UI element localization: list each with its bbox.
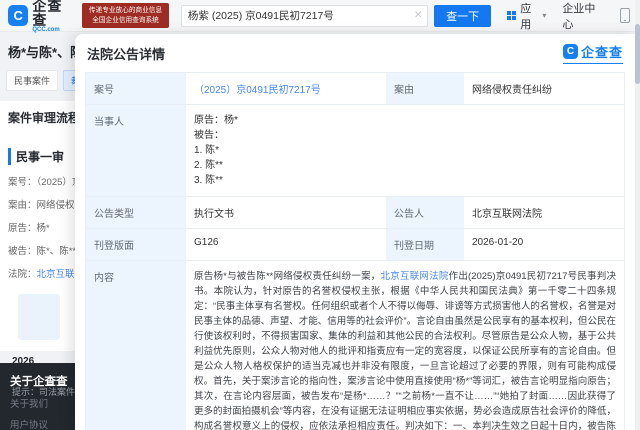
slogan-line-1: 传递专业放心的商业信息	[89, 6, 162, 15]
party-defendant-2: 2. 陈**	[194, 158, 616, 173]
timeline-node[interactable]	[18, 294, 60, 340]
value-announcer: 北京互联网法院	[464, 197, 624, 228]
modal-header: 法院公告详情 C 企查查	[75, 34, 635, 70]
navbar-right: 应用 ▾ 企业中心	[491, 0, 630, 32]
content-text-2: 作出(2025)京0491民初7217号民事判决书。本院认为，针对原告的名誉权侵…	[194, 271, 616, 430]
announcement-table: 案号 （2025）京0491民初7217号 案由 网络侵权责任纠纷 当事人 原告…	[85, 72, 625, 430]
value-content: 原告杨*与被告陈**网络侵权责任纠纷一案，北京互联网法院作出(2025)京049…	[186, 261, 624, 430]
timeline-year: 2026	[12, 356, 34, 367]
clear-search-icon[interactable]: ✕	[409, 10, 427, 21]
label-date: 刊登日期	[386, 229, 464, 260]
modal-title: 法院公告详情	[87, 44, 165, 63]
label-type: 公告类型	[86, 197, 186, 228]
apps-menu[interactable]: 应用 ▾	[507, 0, 547, 32]
value-cause: 网络侵权责任纠纷	[464, 73, 624, 104]
value-page: G126	[186, 229, 386, 260]
party-defendant-header: 被告：	[194, 128, 616, 143]
scrollbar-thumb[interactable]	[635, 24, 640, 84]
party-plaintiff: 原告：杨*	[194, 113, 616, 128]
value-parties: 原告：杨* 被告： 1. 陈* 2. 陈** 3. 陈**	[186, 105, 624, 196]
page-scrollbar[interactable]	[635, 0, 640, 430]
party-defendant-3: 3. 陈**	[194, 173, 616, 188]
apps-grid-icon	[507, 11, 517, 21]
value-type: 执行文书	[186, 197, 386, 228]
value-date: 2026-01-20	[464, 229, 624, 260]
case-flow-card: 案件审理流程图 民事一审 案号：（2025）京0491民初7217号 案由：网络…	[0, 101, 86, 351]
table-row: 公告类型 执行文书 公告人 北京互联网法院	[86, 197, 624, 229]
label-cause: 案由	[386, 73, 464, 104]
label-announcer: 公告人	[386, 197, 464, 228]
search-box[interactable]: ✕	[181, 5, 429, 27]
search-input[interactable]	[182, 10, 409, 22]
search-button[interactable]: 查一下	[434, 5, 490, 27]
label-case-no: 案号	[86, 73, 186, 104]
value-case-no[interactable]: （2025）京0491民初7217号	[186, 73, 386, 104]
table-row: 案号 （2025）京0491民初7217号 案由 网络侵权责任纠纷	[86, 73, 624, 105]
label-parties: 当事人	[86, 105, 186, 196]
label-page: 刊登版面	[86, 229, 186, 260]
content-text-1: 原告杨*与被告陈**网络侵权责任纠纷一案，	[194, 271, 381, 282]
page: C 企查查 QCC.com 传递专业放心的商业信息 全国企业信用查询系统 ✕ 查…	[0, 0, 640, 430]
qcc-logo-icon: C	[8, 5, 28, 26]
chevron-down-icon: ▾	[542, 11, 546, 20]
qcc-logo-text: 企查查 QCC.com	[32, 0, 76, 33]
qcc-logo[interactable]: C 企查查 QCC.com	[8, 0, 76, 33]
party-defendant-1: 1. 陈*	[194, 143, 616, 158]
table-row: 内容 原告杨*与被告陈**网络侵权责任纠纷一案，北京互联网法院作出(2025)京…	[86, 261, 624, 430]
top-navbar: C 企查查 QCC.com 传递专业放心的商业信息 全国企业信用查询系统 ✕ 查…	[0, 0, 640, 32]
content-court-link[interactable]: 北京互联网法院	[381, 271, 449, 282]
mobile-app-icon[interactable]	[620, 8, 630, 23]
tab-civil-case[interactable]: 民事案件	[6, 70, 58, 91]
enterprise-center-link[interactable]: 企业中心	[562, 0, 604, 32]
table-row: 刊登版面 G126 刊登日期 2026-01-20	[86, 229, 624, 261]
court-announcement-modal: 法院公告详情 C 企查查 案号 （2025）京0491民初7217号 案由 网络…	[75, 34, 635, 430]
slogan-line-2: 全国企业信用查询系统	[89, 16, 162, 25]
modal-qcc-logo: C 企查查	[563, 42, 623, 64]
label-content: 内容	[86, 261, 186, 430]
modal-qcc-logo-icon: C	[563, 44, 578, 59]
background-page: 杨*与陈*、陈*等网络侵权责任纠纷 民事案件 裁判文书 案件审理流程图 民事一审…	[0, 32, 86, 430]
table-row: 当事人 原告：杨* 被告： 1. 陈* 2. 陈** 3. 陈**	[86, 105, 624, 197]
case-tabs: 民事案件 裁判文书	[6, 70, 86, 91]
slogan-badge: 传递专业放心的商业信息 全国企业信用查询系统	[82, 3, 169, 28]
